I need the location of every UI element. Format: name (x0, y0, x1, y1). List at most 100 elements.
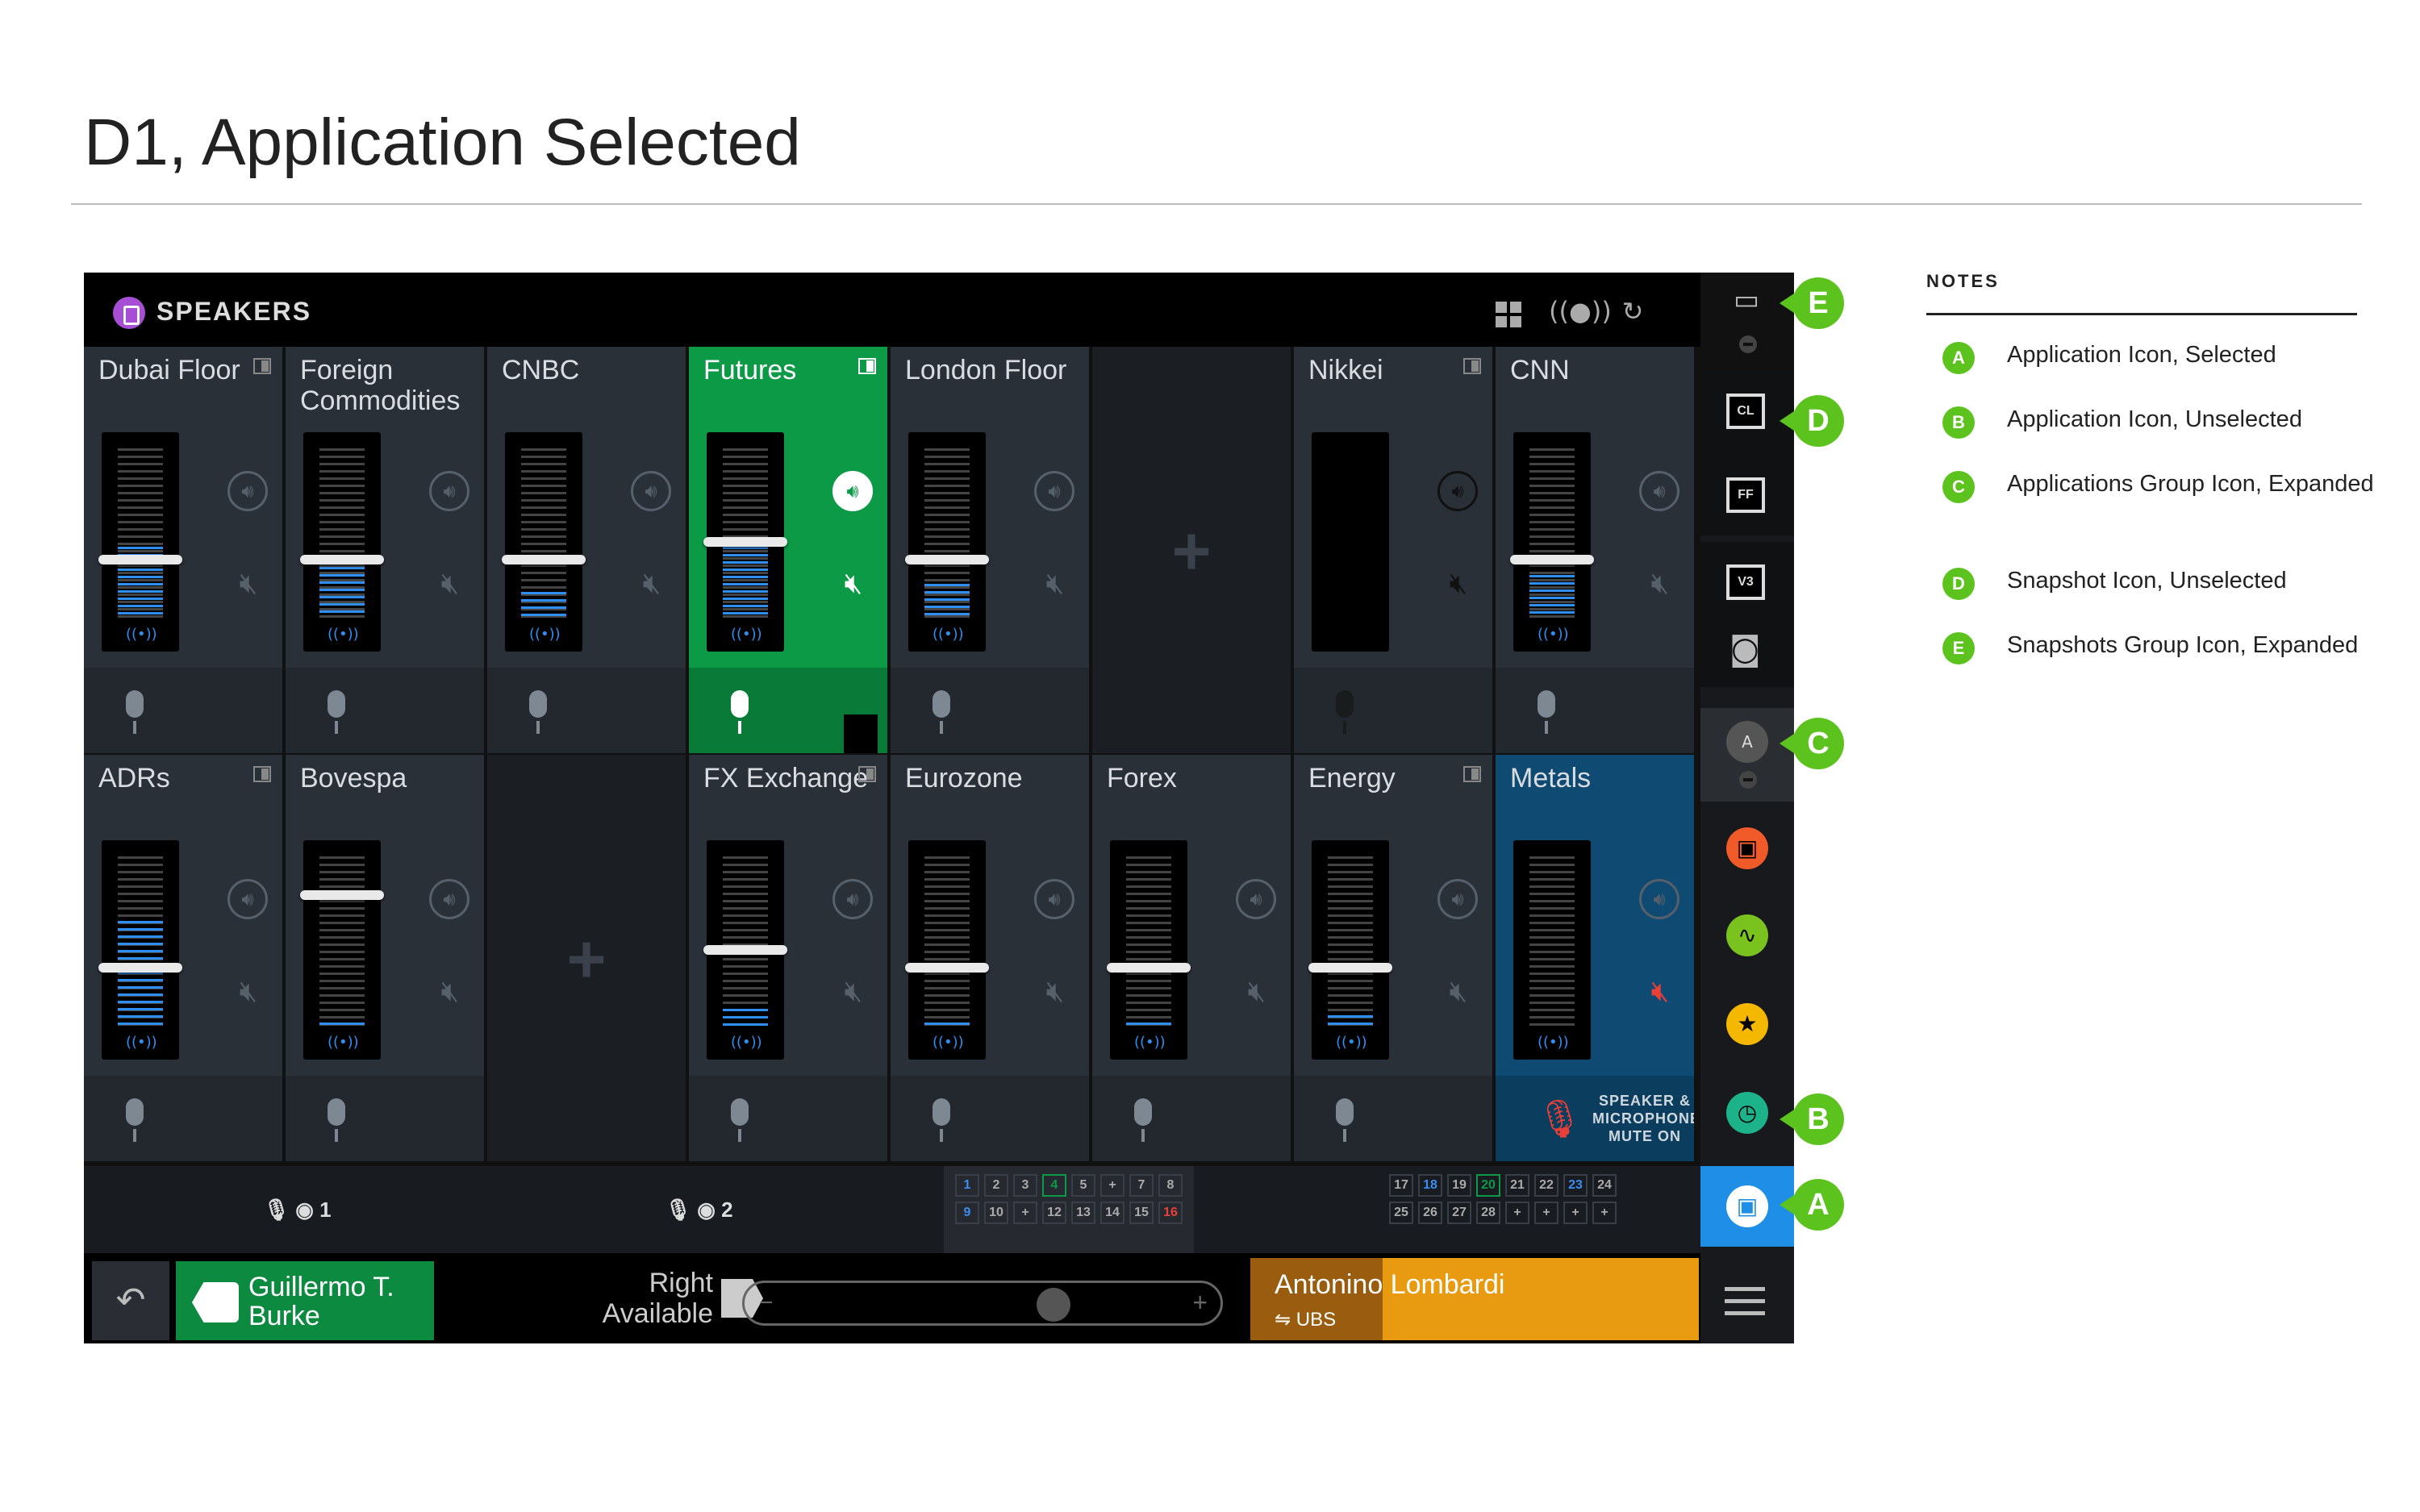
speaker-icon[interactable]: 🔊︎ (1236, 879, 1276, 919)
line-key[interactable]: 1 (955, 1174, 979, 1197)
mute-icon[interactable]: 🔇︎ (1642, 974, 1678, 1010)
add-speaker-icon[interactable]: + (560, 925, 613, 993)
speaker-tile[interactable]: London Floor ((•)) 🔊︎ 🔇︎ (891, 347, 1089, 753)
line-key[interactable]: + (1563, 1202, 1588, 1224)
volume-plus-icon[interactable]: + (1192, 1288, 1208, 1318)
fader-knob[interactable] (502, 555, 586, 564)
volume-minus-icon[interactable]: − (759, 1289, 774, 1317)
mute-icon[interactable]: 🔇︎ (1642, 566, 1678, 602)
speaker-tile[interactable]: + (487, 755, 686, 1161)
line-key[interactable]: 22 (1534, 1174, 1558, 1197)
line-key[interactable]: 2 (984, 1174, 1008, 1197)
volume-fader[interactable] (1312, 432, 1389, 652)
expand-icon[interactable] (253, 766, 271, 782)
line-key[interactable]: + (1100, 1174, 1124, 1197)
refresh-icon[interactable]: ↻ (1617, 295, 1649, 327)
menu-button[interactable] (1700, 1263, 1794, 1343)
mute-icon[interactable]: 🔇︎ (231, 566, 266, 602)
microphone-icon[interactable] (324, 1098, 348, 1143)
microphone-icon[interactable] (1534, 690, 1558, 735)
volume-fader[interactable]: ((•)) (1107, 840, 1191, 1060)
line-key[interactable]: 12 (1042, 1202, 1066, 1224)
line-key[interactable]: 10 (984, 1202, 1008, 1224)
mute-icon[interactable]: 🔇︎ (1239, 974, 1275, 1010)
speaker-tile[interactable]: Foreign Commodities ((•)) 🔊︎ 🔇︎ (286, 347, 484, 753)
volume-fader[interactable]: ((•)) (1510, 432, 1594, 652)
line-key[interactable]: 8 (1158, 1174, 1183, 1197)
speaker-icon[interactable]: 🔊︎ (631, 471, 671, 511)
contact-card[interactable]: Antonino Lombardi ⇋ UBS (1250, 1258, 1699, 1340)
app-clock-icon[interactable]: ◷ (1726, 1092, 1768, 1134)
fader-knob[interactable] (905, 555, 989, 564)
app-favorites-icon[interactable]: ★ (1726, 1003, 1768, 1045)
microphone-icon[interactable] (123, 1098, 147, 1143)
speaker-tile[interactable]: ADRs ((•)) 🔊︎ 🔇︎ (84, 755, 282, 1161)
fader-knob[interactable] (98, 963, 182, 973)
mic-group-2[interactable]: 🎙︎ ◉ 2 (665, 1166, 733, 1253)
mute-icon[interactable]: 🔇︎ (1441, 974, 1476, 1010)
speaker-tile[interactable]: Nikkei 🔊︎ 🔇︎ (1294, 347, 1492, 753)
mute-icon[interactable]: 🔇︎ (231, 974, 266, 1010)
snapshots-group[interactable]: ▭ (1700, 273, 1794, 369)
speaker-tile[interactable]: Forex ((•)) 🔊︎ 🔇︎ (1092, 755, 1291, 1161)
speaker-icon[interactable]: 🔊︎ (1034, 879, 1074, 919)
line-key[interactable]: 21 (1505, 1174, 1529, 1197)
line-key[interactable]: 3 (1013, 1174, 1037, 1197)
speaker-icon[interactable]: 🔊︎ (429, 879, 469, 919)
line-key[interactable]: + (1592, 1202, 1617, 1224)
muted-mic-icon[interactable]: 🎙︎ (1536, 1097, 1583, 1145)
fader-knob[interactable] (1510, 555, 1594, 564)
expand-icon[interactable] (1463, 358, 1481, 374)
volume-fader[interactable]: ((•)) (1513, 840, 1591, 1060)
mute-icon[interactable]: 🔇︎ (432, 974, 468, 1010)
mute-icon[interactable]: 🔇︎ (1037, 974, 1073, 1010)
line-key[interactable]: 19 (1447, 1174, 1471, 1197)
line-key[interactable]: 20 (1476, 1174, 1500, 1197)
speaker-icon[interactable]: 🔊︎ (1034, 471, 1074, 511)
expand-icon[interactable] (858, 766, 876, 782)
speaker-tile[interactable]: Futures ((•)) 🔊︎ 🔇︎ (689, 347, 887, 753)
add-speaker-icon[interactable]: + (1165, 517, 1218, 585)
back-button[interactable]: ↶ (92, 1261, 169, 1340)
mute-icon[interactable]: 🔇︎ (634, 566, 670, 602)
line-key[interactable]: 18 (1418, 1174, 1442, 1197)
line-key[interactable]: 25 (1389, 1202, 1413, 1224)
line-key[interactable]: 13 (1071, 1202, 1095, 1224)
line-key[interactable]: 9 (955, 1202, 979, 1224)
snapshot-v3[interactable]: V3 (1700, 542, 1794, 623)
volume-slider[interactable]: − + (742, 1281, 1223, 1326)
mute-icon[interactable]: 🔇︎ (836, 974, 871, 1010)
speaker-tile[interactable]: CNBC ((•)) 🔊︎ 🔇︎ (487, 347, 686, 753)
push-to-talk-toggle[interactable] (844, 714, 878, 753)
mute-icon[interactable]: 🔇︎ (1037, 566, 1073, 602)
speaker-tile[interactable]: + (1092, 347, 1291, 753)
line-key[interactable]: + (1013, 1202, 1037, 1224)
speaker-tile[interactable]: Dubai Floor ((•)) 🔊︎ 🔇︎ (84, 347, 282, 753)
speaker-icon[interactable]: 🔊︎ (832, 879, 873, 919)
volume-fader[interactable]: ((•)) (905, 840, 989, 1060)
line-key[interactable]: 28 (1476, 1202, 1500, 1224)
fader-knob[interactable] (300, 555, 384, 564)
line-key[interactable]: 7 (1129, 1174, 1154, 1197)
volume-fader[interactable]: ((•)) (703, 432, 787, 652)
microphone-icon[interactable] (1333, 1098, 1357, 1143)
volume-thumb[interactable] (1037, 1288, 1070, 1322)
speaker-icon[interactable]: 🔊︎ (1437, 471, 1478, 511)
fader-knob[interactable] (1107, 963, 1191, 973)
line-key[interactable]: 26 (1418, 1202, 1442, 1224)
broadcast-icon[interactable]: ((●)) (1549, 295, 1612, 327)
microphone-icon[interactable] (728, 690, 752, 735)
expand-icon[interactable] (1463, 766, 1481, 782)
speaker-tile[interactable]: Energy ((•)) 🔊︎ 🔇︎ (1294, 755, 1492, 1161)
fader-knob[interactable] (1308, 963, 1392, 973)
microphone-icon[interactable] (123, 690, 147, 735)
fader-knob[interactable] (300, 890, 384, 900)
speaker-tile[interactable]: FX Exchange ((•)) 🔊︎ 🔇︎ (689, 755, 887, 1161)
speaker-tile[interactable]: CNN ((•)) 🔊︎ 🔇︎ (1496, 347, 1694, 753)
volume-fader[interactable]: ((•)) (905, 432, 989, 652)
microphone-icon[interactable] (728, 1098, 752, 1143)
line-key[interactable]: + (1534, 1202, 1558, 1224)
line-key[interactable]: 4 (1042, 1174, 1066, 1197)
line-key[interactable]: 14 (1100, 1202, 1124, 1224)
line-key[interactable]: 5 (1071, 1174, 1095, 1197)
